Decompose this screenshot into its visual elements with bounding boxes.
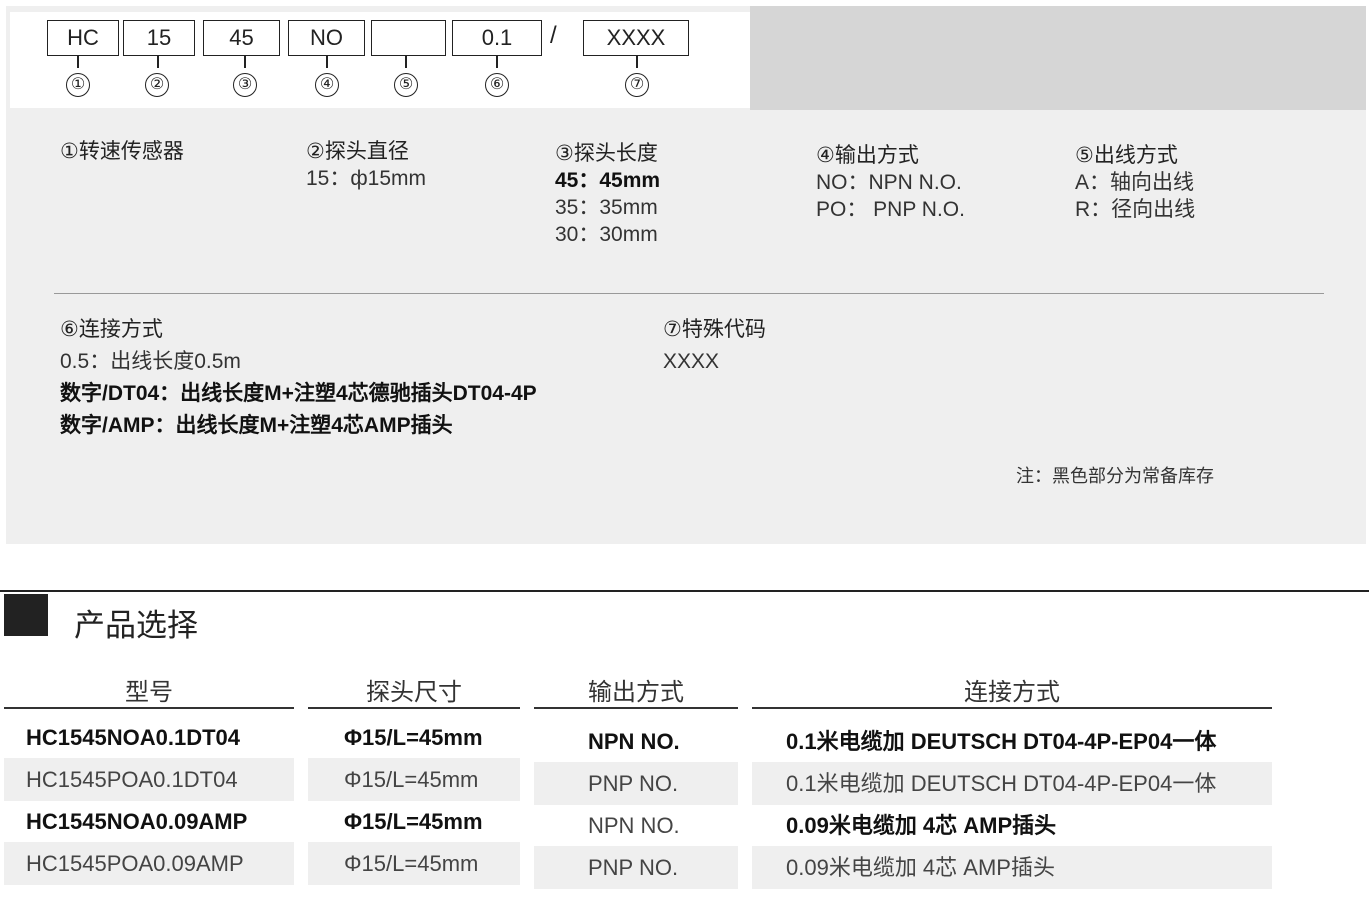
param-connection: ⑥连接方式 0.5：出线长度0.5m 数字/DT04：出线长度M+注塑4芯德驰插… bbox=[60, 314, 537, 442]
code-marker-7: ⑦ bbox=[625, 73, 649, 97]
param-heading: ①转速传感器 bbox=[60, 140, 184, 163]
code-tick bbox=[496, 56, 498, 68]
table-cell-output: NPN NO. bbox=[588, 729, 680, 754]
table-cell-connection: 0.09米电缆加 4芯 AMP插头 bbox=[786, 813, 1057, 838]
param-line: NO：NPN N.O. bbox=[816, 171, 962, 194]
code-bar-background bbox=[750, 6, 1366, 110]
code-tick bbox=[244, 56, 246, 68]
table-header-output: 输出方式 bbox=[588, 679, 684, 706]
param-heading: ⑥连接方式 bbox=[60, 318, 163, 341]
table-cell-output: NPN NO. bbox=[588, 813, 680, 838]
param-probe-length: ③探头长度 45：45mm 35：35mm 30：30mm bbox=[555, 140, 660, 248]
table-header-connection: 连接方式 bbox=[964, 679, 1060, 706]
code-tick bbox=[636, 56, 638, 68]
param-line: 数字/AMP：出线长度M+注塑4芯AMP插头 bbox=[60, 414, 453, 437]
code-box-4: NO bbox=[288, 20, 365, 56]
code-marker-6: ⑥ bbox=[485, 73, 509, 97]
section-divider bbox=[54, 293, 1324, 294]
table-cell-connection: 0.09米电缆加 4芯 AMP插头 bbox=[752, 846, 1272, 889]
section-title: 产品选择 bbox=[74, 608, 198, 643]
table-cell-output: PNP NO. bbox=[534, 762, 738, 805]
table-cell-connection: 0.1米电缆加 DEUTSCH DT04-4P-EP04一体 bbox=[752, 762, 1272, 805]
section-rule bbox=[0, 590, 1369, 592]
table-cell-output: PNP NO. bbox=[534, 846, 738, 889]
param-line: 35：35mm bbox=[555, 196, 658, 219]
table-header-rule bbox=[4, 707, 294, 709]
param-line: 数字/DT04：出线长度M+注塑4芯德驰插头DT04-4P bbox=[60, 382, 537, 405]
table-cell-connection: 0.1米电缆加 DEUTSCH DT04-4P-EP04一体 bbox=[786, 729, 1217, 754]
param-cable-exit: ⑤出线方式 A：轴向出线 R：径向出线 bbox=[1075, 142, 1195, 223]
code-box-6: 0.1 bbox=[452, 20, 542, 56]
code-marker-2: ② bbox=[145, 73, 169, 97]
param-heading: ③探头长度 bbox=[555, 142, 658, 165]
stock-note: 注：黑色部分为常备库存 bbox=[1016, 466, 1214, 486]
param-line: XXXX bbox=[663, 350, 720, 373]
param-line: 30：30mm bbox=[555, 223, 658, 246]
table-header-model: 型号 bbox=[125, 679, 173, 706]
code-marker-1: ① bbox=[66, 73, 90, 97]
code-marker-4: ④ bbox=[315, 73, 339, 97]
code-box-3: 45 bbox=[203, 20, 280, 56]
param-heading: ⑦特殊代码 bbox=[663, 318, 766, 341]
param-line: PO： PNP N.O. bbox=[816, 198, 965, 221]
table-cell-model: HC1545POA0.1DT04 bbox=[4, 758, 294, 801]
section-square-icon bbox=[4, 594, 48, 636]
table-header-probe-size: 探头尺寸 bbox=[366, 679, 462, 706]
table-cell-probe-size: Φ15/L=45mm bbox=[308, 758, 520, 801]
code-box-5 bbox=[371, 20, 446, 56]
code-tick bbox=[157, 56, 159, 68]
code-tick bbox=[405, 56, 407, 68]
param-line: A：轴向出线 bbox=[1075, 171, 1195, 194]
param-heading: ②探头直径 bbox=[306, 140, 409, 163]
param-heading: ⑤出线方式 bbox=[1075, 144, 1178, 167]
code-box-1: HC bbox=[47, 20, 119, 56]
table-header-rule bbox=[534, 707, 738, 709]
table-cell-probe-size: Φ15/L=45mm bbox=[308, 842, 520, 885]
param-heading: ④输出方式 bbox=[816, 144, 919, 167]
param-line: R：径向出线 bbox=[1075, 198, 1196, 221]
table-cell-model: HC1545NOA0.09AMP bbox=[26, 809, 248, 834]
code-marker-5: ⑤ bbox=[394, 73, 418, 97]
param-probe-diameter: ②探头直径 15：ф15mm bbox=[306, 138, 426, 192]
code-marker-3: ③ bbox=[233, 73, 257, 97]
param-line: 45：45mm bbox=[555, 169, 661, 192]
table-cell-model: HC1545POA0.09AMP bbox=[4, 842, 294, 885]
table-cell-probe-size: Φ15/L=45mm bbox=[344, 809, 483, 834]
code-tick bbox=[326, 56, 328, 68]
code-tick bbox=[77, 56, 79, 68]
param-line: 0.5：出线长度0.5m bbox=[60, 350, 241, 373]
param-output-mode: ④输出方式 NO：NPN N.O. PO： PNP N.O. bbox=[816, 142, 965, 223]
table-header-rule bbox=[308, 707, 520, 709]
code-box-2: 15 bbox=[123, 20, 195, 56]
code-slash: / bbox=[550, 22, 557, 49]
table-cell-model: HC1545NOA0.1DT04 bbox=[26, 725, 240, 750]
code-box-7: XXXX bbox=[583, 20, 689, 56]
param-sensor-type: ①转速传感器 bbox=[60, 138, 184, 165]
param-line: 15：ф15mm bbox=[306, 167, 426, 190]
table-header-rule bbox=[752, 707, 1272, 709]
param-special-code: ⑦特殊代码 XXXX bbox=[663, 314, 766, 378]
table-cell-probe-size: Φ15/L=45mm bbox=[344, 725, 483, 750]
